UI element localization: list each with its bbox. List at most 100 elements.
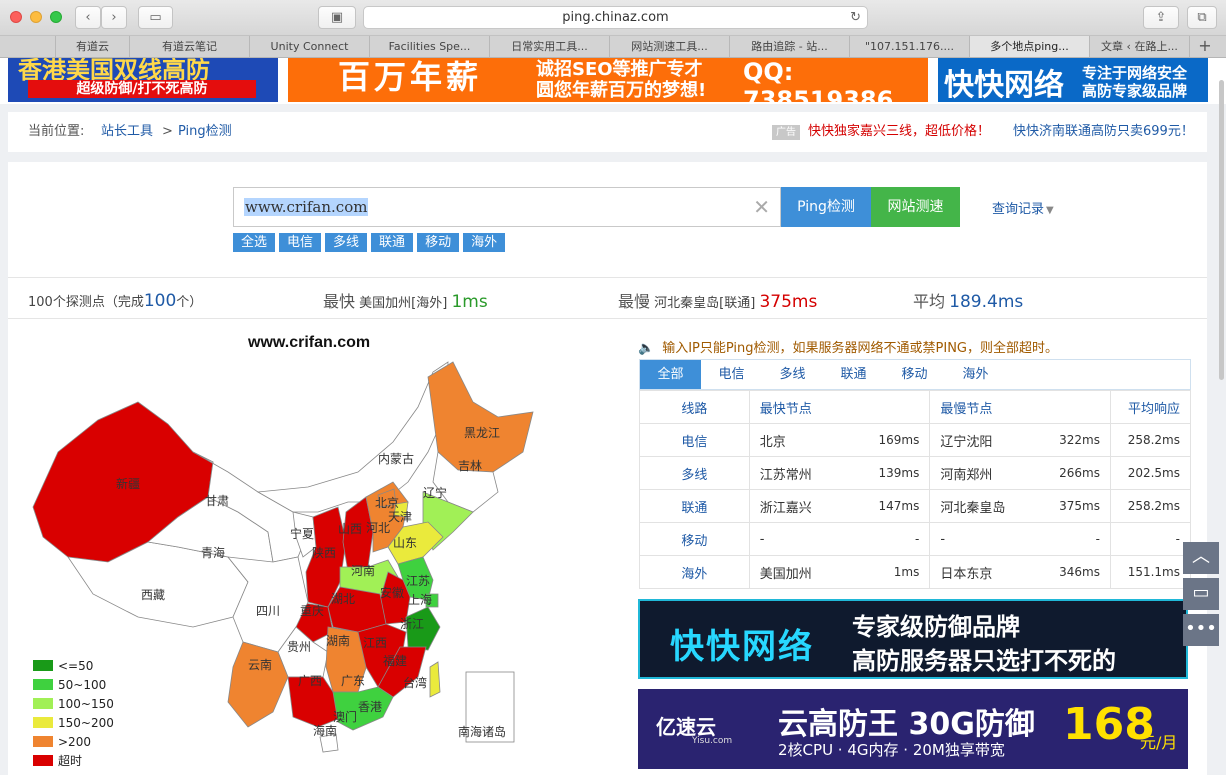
row-slowest: -- <box>929 522 1111 556</box>
browser-tab[interactable]: 有道云 <box>56 36 130 57</box>
page-scrollbar[interactable] <box>1219 80 1224 380</box>
map-label-guangdong: 广东 <box>341 674 366 688</box>
fastest-value: 1ms <box>451 292 488 312</box>
more-button[interactable]: ••• <box>1183 614 1219 646</box>
back-button[interactable]: ‹ <box>75 6 101 29</box>
map-label-shanxi: 山西 <box>338 522 363 536</box>
browser-tab[interactable]: "107.151.176.... <box>850 36 970 57</box>
ad-banner-hk-us[interactable]: 香港美国双线高防 超级防御/打不死高防 <box>8 58 278 102</box>
browser-tab[interactable]: 路由追踪 - 站... <box>730 36 850 57</box>
average-value: 189.4ms <box>949 292 1024 312</box>
filter-unicom[interactable]: 联通 <box>371 233 414 252</box>
table-row: 海外 美国加州 1ms 日本东京 346ms 151.1ms <box>639 555 1191 589</box>
map-label-taiwan: 台湾 <box>403 676 428 690</box>
legend-label: 50~100 <box>58 677 107 692</box>
province-taiwan[interactable] <box>429 661 441 698</box>
points-done: 100 <box>143 291 177 311</box>
feedback-button[interactable]: ▭ <box>1183 578 1219 610</box>
ad-banner-kuaikuai-2[interactable]: 快快网络 专家级防御品牌 高防服务器只选打不死的 <box>638 599 1188 679</box>
breadcrumb-link-tools[interactable]: 站长工具 <box>101 112 153 152</box>
forward-button[interactable]: › <box>101 6 127 29</box>
browser-tab-active[interactable]: 多个地点ping... <box>970 36 1090 57</box>
map-label-neimenggu: 内蒙古 <box>378 452 415 466</box>
row-line[interactable]: 电信 <box>639 423 750 457</box>
map-label-ningxia: 宁夏 <box>290 527 315 541</box>
browser-tab[interactable]: 网站测速工具... <box>610 36 730 57</box>
slowest-ms: - <box>1095 532 1100 546</box>
search-box[interactable]: www.crifan.com ✕ <box>233 187 781 227</box>
tab-mobile[interactable]: 移动 <box>884 360 945 389</box>
row-line[interactable]: 移动 <box>639 522 750 556</box>
clear-icon[interactable]: ✕ <box>753 195 770 219</box>
map-label-hebei: 河北 <box>366 521 391 535</box>
breadcrumb-label: 当前位置: <box>28 124 85 139</box>
minimize-window-button[interactable] <box>30 11 42 23</box>
map-label-jilin: 吉林 <box>458 459 483 473</box>
ad-banner-yisuyun[interactable]: 亿速云 Yisu.com 云高防王 30G防御 2核CPU · 4G内存 · 2… <box>638 689 1188 769</box>
breadcrumb-link-ping[interactable]: Ping检测 <box>178 112 232 152</box>
province-heilongjiang[interactable] <box>427 361 534 473</box>
new-tab-button[interactable]: + <box>1190 36 1220 57</box>
speed-test-button[interactable]: 网站测速 <box>871 187 960 227</box>
table-row: 移动 -- -- - <box>639 522 1191 556</box>
fastest-summary: 最快 美国加州[海外] 1ms <box>323 288 488 312</box>
map-label-hainan: 海南 <box>313 724 338 738</box>
map-label-nanhai: 南海诸岛 <box>458 725 507 739</box>
filter-mobile[interactable]: 移动 <box>417 233 460 252</box>
tabs-icon: ⧉ <box>1197 10 1207 25</box>
promo-link-jinan[interactable]: 快快济南联通高防只卖699元！ <box>1013 112 1194 152</box>
province-neimenggu[interactable] <box>256 361 449 513</box>
reload-icon[interactable]: ↻ <box>850 7 861 28</box>
tab-unicom[interactable]: 联通 <box>823 360 884 389</box>
tab-telecom[interactable]: 电信 <box>701 360 762 389</box>
legend-swatch <box>33 660 53 671</box>
back-to-top-button[interactable]: ︿ <box>1183 542 1219 574</box>
url-bar[interactable]: ping.chinaz.com ↻ <box>363 6 868 29</box>
map-label-fujian: 福建 <box>383 654 408 668</box>
search-input[interactable]: www.crifan.com <box>244 198 369 216</box>
slowest-node: 日本东京 <box>940 566 993 582</box>
tabs-overview-button[interactable]: ⧉ <box>1187 6 1217 29</box>
ad-banner-kuaikuai[interactable]: 快快网络 专注于网络安全 高防专家级品牌 <box>938 58 1208 102</box>
browser-tab[interactable]: Facilities Spe... <box>370 36 490 57</box>
legend-item-100-150: 100~150 <box>33 694 114 713</box>
chevron-right-icon: › <box>111 10 117 25</box>
tab-all[interactable]: 全部 <box>640 360 701 389</box>
row-line[interactable]: 联通 <box>639 489 750 523</box>
slowest-node: 河南郑州 <box>940 467 993 483</box>
browser-tab[interactable]: 日常实用工具... <box>490 36 610 57</box>
map-label-gansu: 甘肃 <box>205 494 230 508</box>
map-legend: <=50 50~100 100~150 150~200 >200 超时 <box>33 656 114 770</box>
row-line[interactable]: 海外 <box>639 555 750 589</box>
province-yunnan[interactable] <box>227 641 289 728</box>
filter-telecom[interactable]: 电信 <box>279 233 322 252</box>
breadcrumb-separator: > <box>162 124 173 139</box>
tab-overseas[interactable]: 海外 <box>945 360 1006 389</box>
ad-banner-recruit[interactable]: 百万年薪 诚招SEO等推广专才 圆您年薪百万的梦想! QQ: 738519386 <box>288 58 928 102</box>
filter-overseas[interactable]: 海外 <box>463 233 506 252</box>
history-dropdown[interactable]: 查询记录 ▼ <box>992 198 1054 217</box>
zoom-window-button[interactable] <box>50 11 62 23</box>
close-window-button[interactable] <box>10 11 22 23</box>
sidebar-button[interactable]: ▭ <box>138 6 173 29</box>
filter-multiline[interactable]: 多线 <box>325 233 368 252</box>
filter-all[interactable]: 全选 <box>233 233 276 252</box>
reader-button[interactable]: ▣ <box>318 6 356 29</box>
speaker-icon: 🔈 <box>638 341 655 356</box>
browser-tab[interactable]: 文章 ‹ 在路上... <box>1090 36 1190 57</box>
row-line[interactable]: 多线 <box>639 456 750 490</box>
row-average: 258.2ms <box>1110 423 1191 457</box>
browser-tab[interactable]: 有道云笔记 <box>130 36 250 57</box>
main-panel: www.crifan.com ✕ Ping检测 网站测速 查询记录 ▼ 全选 电信… <box>8 162 1207 775</box>
ping-button[interactable]: Ping检测 <box>781 187 871 227</box>
legend-item-le50: <=50 <box>33 656 114 675</box>
map-label-xizang: 西藏 <box>141 588 166 602</box>
browser-tab[interactable]: Unity Connect <box>250 36 370 57</box>
promo-link-jiaxing[interactable]: 快快独家嘉兴三线，超低价格！ <box>808 112 990 152</box>
fastest-node: 浙江嘉兴 <box>759 500 812 516</box>
ad-brand: 快快网络 <box>944 68 1064 102</box>
tab-multiline[interactable]: 多线 <box>762 360 823 389</box>
share-button[interactable]: ⇪ <box>1143 6 1179 29</box>
legend-item-150-200: 150~200 <box>33 713 114 732</box>
ad-title: 云高防王 30G防御 <box>778 707 1035 742</box>
